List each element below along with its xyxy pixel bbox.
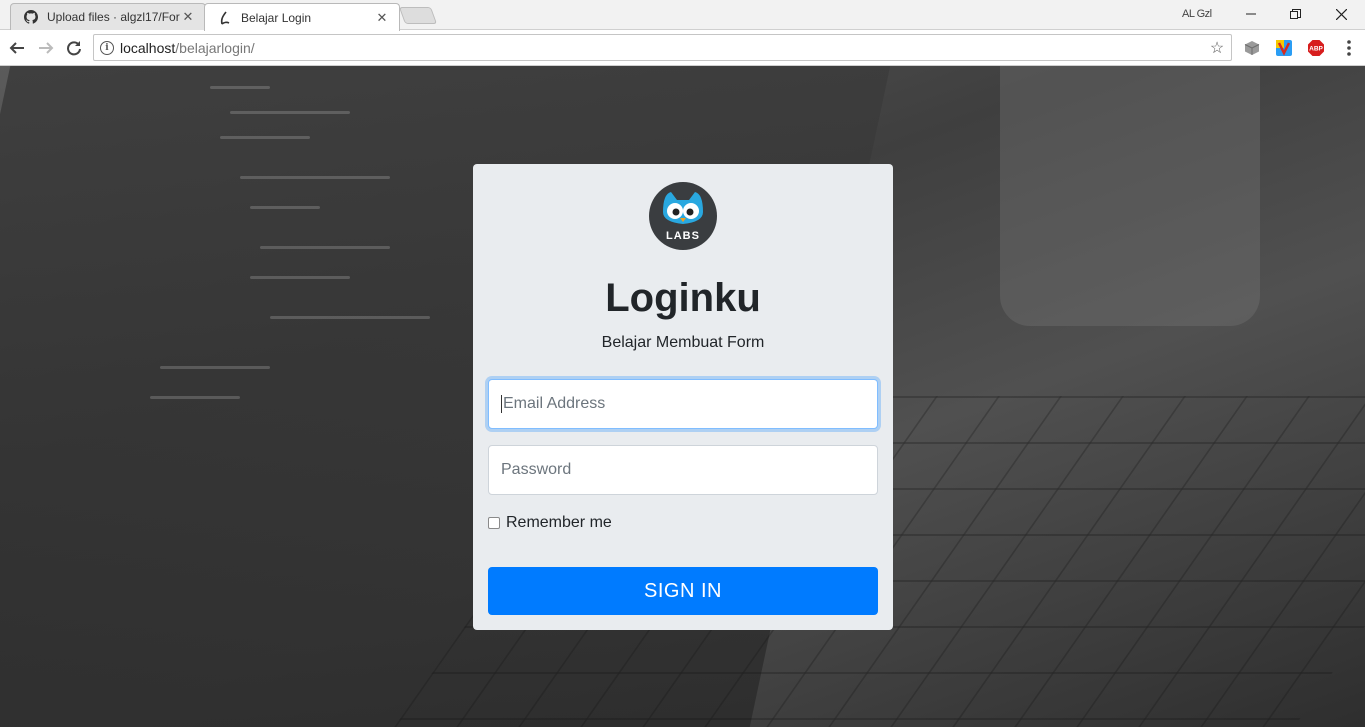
bookmark-star-icon[interactable]: ☆ [1207, 38, 1227, 58]
close-icon[interactable]: ✕ [375, 10, 389, 26]
address-bar[interactable]: i localhost/belajarlogin/ ☆ [93, 34, 1232, 61]
background-code-line [250, 206, 320, 209]
owl-labs-logo: LABS [649, 182, 717, 250]
profile-label[interactable]: AL Gzl [1182, 8, 1212, 20]
reload-icon[interactable] [62, 36, 86, 60]
text-caret [501, 395, 502, 413]
tab-belajar-login[interactable]: Belajar Login ✕ [204, 3, 400, 31]
back-arrow-icon[interactable] [5, 36, 29, 60]
background-code-line [240, 176, 390, 179]
background-mug [1000, 66, 1260, 326]
site-info-icon[interactable]: i [100, 40, 114, 55]
page-subtitle: Belajar Membuat Form [601, 334, 765, 351]
page-favicon [217, 10, 233, 26]
adblock-plus-icon[interactable]: ABP [1306, 38, 1326, 58]
github-icon [23, 9, 39, 25]
remember-me-checkbox[interactable] [488, 517, 500, 529]
logo-text: LABS [666, 230, 700, 242]
url-host: localhost [120, 39, 176, 56]
background-code-line [210, 86, 270, 89]
background-code-line [150, 396, 240, 399]
tab-github-upload[interactable]: Upload files · algzl17/For ✕ [10, 3, 206, 30]
remember-me-option[interactable]: Remember me [488, 514, 612, 532]
background-code-line [250, 276, 350, 279]
background-code-line [270, 316, 430, 319]
extension-v-icon[interactable] [1274, 38, 1294, 58]
browser-toolbar: i localhost/belajarlogin/ ☆ ABP [0, 30, 1365, 66]
extension-cube-icon[interactable] [1242, 38, 1262, 58]
close-icon[interactable]: ✕ [181, 9, 195, 25]
remember-me-label: Remember me [506, 514, 612, 531]
background-code-line [260, 246, 390, 249]
page-viewport: LABS Loginku Belajar Membuat Form Email … [0, 66, 1365, 727]
email-placeholder: Email Address [503, 395, 606, 412]
background-code-line [160, 366, 270, 369]
background-code-line [230, 111, 350, 114]
menu-kebab-icon[interactable] [1337, 36, 1361, 60]
tab-title: Belajar Login [241, 10, 312, 25]
tab-strip: Upload files · algzl17/For ✕ Belajar Log… [0, 0, 1365, 31]
url-text: localhost/belajarlogin/ [120, 40, 1207, 56]
sign-in-button[interactable]: SIGN IN [488, 567, 878, 615]
close-window-icon[interactable] [1326, 3, 1356, 25]
background-code-line [220, 136, 310, 139]
url-path: /belajarlogin/ [175, 39, 255, 56]
minimize-icon[interactable] [1236, 3, 1266, 25]
tab-title: Upload files · algzl17/For [47, 10, 180, 24]
email-field[interactable]: Email Address [488, 379, 878, 429]
page-title: Loginku [605, 276, 761, 320]
new-tab-button[interactable] [398, 7, 438, 24]
forward-arrow-icon[interactable] [34, 36, 58, 60]
password-placeholder: Password [501, 461, 572, 478]
restore-icon[interactable] [1280, 3, 1310, 25]
password-field[interactable]: Password [488, 445, 878, 495]
login-card: LABS Loginku Belajar Membuat Form Email … [473, 164, 893, 630]
svg-text:ABP: ABP [1309, 46, 1323, 53]
